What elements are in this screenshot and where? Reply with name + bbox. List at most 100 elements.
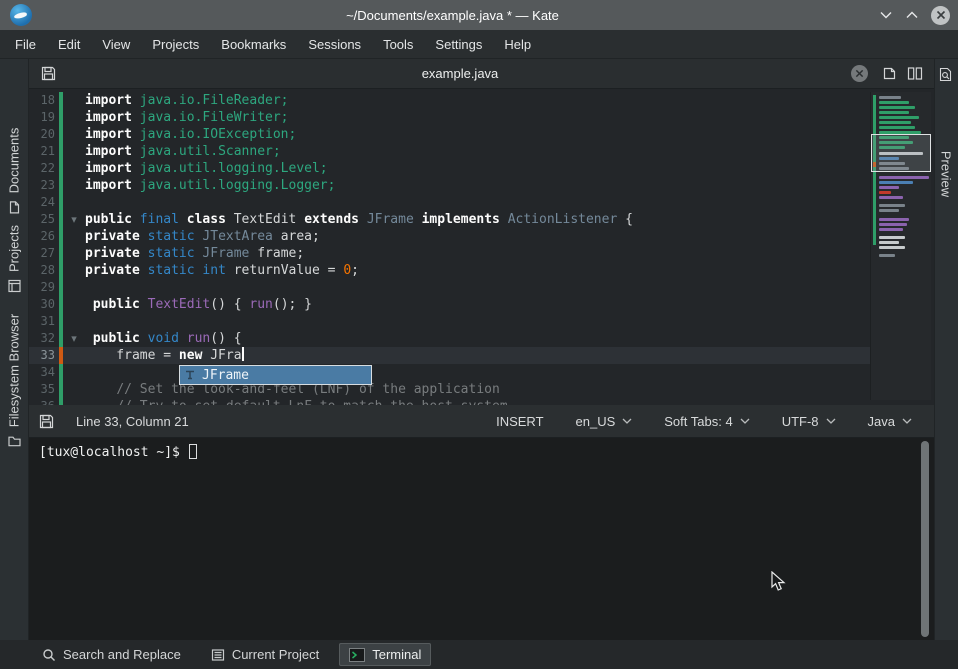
line-number[interactable]: 35: [29, 381, 55, 398]
new-document-button[interactable]: [876, 62, 902, 86]
minimap-code-bar: [879, 106, 915, 109]
line-number[interactable]: 32: [29, 330, 55, 347]
line-number[interactable]: 36: [29, 398, 55, 405]
editor-view[interactable]: 18 import java.io.FileReader;19import jav…: [29, 89, 934, 405]
minimap-viewport[interactable]: [871, 134, 931, 172]
sidebar-tab-filesystem-browser[interactable]: Filesystem Browser: [7, 314, 22, 448]
menu-item-tools[interactable]: Tools: [374, 33, 422, 56]
fold-column: [63, 109, 85, 126]
minimap-code-bar: [879, 181, 913, 184]
document-preview-button[interactable]: [938, 67, 953, 85]
line-number[interactable]: 31: [29, 313, 55, 330]
terminal-panel[interactable]: [tux@localhost ~]$: [29, 438, 934, 640]
line-number[interactable]: 30: [29, 296, 55, 313]
line-number[interactable]: 25: [29, 211, 55, 228]
code-line-31[interactable]: 31: [29, 313, 870, 330]
code-line-33[interactable]: 33 frame = new JFra: [29, 347, 870, 364]
code-line-21[interactable]: 21import java.util.Scanner;: [29, 143, 870, 160]
close-icon: [936, 10, 946, 20]
sidebar-tab-preview[interactable]: Preview: [939, 151, 954, 197]
code-text: private static JFrame frame;: [85, 245, 304, 262]
bottom-tab-search-and-replace[interactable]: Search and Replace: [32, 643, 191, 666]
line-number[interactable]: 18: [29, 92, 55, 109]
input-mode[interactable]: INSERT: [484, 414, 555, 429]
documents-icon: [7, 200, 21, 214]
code-line-28[interactable]: 28private static int returnValue = 0;: [29, 262, 870, 279]
line-number[interactable]: 21: [29, 143, 55, 160]
menu-item-file[interactable]: File: [6, 33, 45, 56]
line-number[interactable]: 27: [29, 245, 55, 262]
code-line-29[interactable]: 29: [29, 279, 870, 296]
line-number[interactable]: 20: [29, 126, 55, 143]
minimap-code-bar: [879, 176, 929, 179]
line-number[interactable]: 28: [29, 262, 55, 279]
code-line-26[interactable]: 26private static JTextArea area;: [29, 228, 870, 245]
minimap-code-bar: [879, 254, 895, 257]
fold-marker[interactable]: ▾: [63, 330, 85, 347]
document-tab-example-java[interactable]: example.java: [61, 59, 876, 89]
project-list-icon: [211, 648, 225, 662]
minimap-code-bar: [879, 191, 891, 194]
code-line-30[interactable]: 30 public TextEdit() { run(); }: [29, 296, 870, 313]
syntax-selector[interactable]: Java: [856, 414, 924, 429]
minimap-code-bar: [879, 196, 903, 199]
maximize-button[interactable]: [899, 5, 925, 25]
minimap-code-bar: [879, 101, 909, 104]
code-line-19[interactable]: 19import java.io.FileWriter;: [29, 109, 870, 126]
line-number[interactable]: 26: [29, 228, 55, 245]
code-line-24[interactable]: 24: [29, 194, 870, 211]
bottom-tab-terminal[interactable]: Terminal: [339, 643, 431, 666]
document-tabbar: example.java: [29, 59, 934, 89]
encoding-selector[interactable]: UTF-8: [770, 414, 848, 429]
line-number[interactable]: 33: [29, 347, 55, 364]
fold-marker[interactable]: ▾: [63, 211, 85, 228]
line-number[interactable]: 34: [29, 364, 55, 381]
bottom-tab-label: Search and Replace: [63, 647, 181, 662]
menubar: FileEditViewProjectsBookmarksSessionsToo…: [0, 30, 958, 59]
terminal-scrollbar[interactable]: [921, 441, 929, 637]
code-line-23[interactable]: 23import java.util.logging.Logger;: [29, 177, 870, 194]
line-number[interactable]: 22: [29, 160, 55, 177]
completion-item-selected[interactable]: JFrame: [180, 366, 371, 384]
code-line-36[interactable]: 36 // Try to set default LnF to match th…: [29, 398, 870, 405]
line-number[interactable]: 24: [29, 194, 55, 211]
chevron-down-icon: [740, 418, 750, 424]
sidebar-tab-documents[interactable]: Documents: [7, 128, 22, 215]
menu-item-settings[interactable]: Settings: [426, 33, 491, 56]
bottom-tab-current-project[interactable]: Current Project: [201, 643, 329, 666]
close-button[interactable]: [931, 6, 950, 25]
bottom-tab-label: Terminal: [372, 647, 421, 662]
minimize-button[interactable]: [873, 5, 899, 25]
tab-close-button[interactable]: [851, 65, 868, 82]
code-text: import java.io.FileReader;: [85, 92, 289, 109]
minimap-code-bar: [879, 241, 899, 244]
code-line-32[interactable]: 32▾ public void run() {: [29, 330, 870, 347]
class-icon: [184, 369, 196, 381]
menu-item-projects[interactable]: Projects: [143, 33, 208, 56]
code-line-27[interactable]: 27 private static JFrame frame;: [29, 245, 870, 262]
split-view-button[interactable]: [902, 62, 928, 86]
minimap[interactable]: [870, 92, 931, 400]
menu-item-bookmarks[interactable]: Bookmarks: [212, 33, 295, 56]
cursor-position[interactable]: Line 33, Column 21: [76, 414, 189, 429]
tab-title: example.java: [69, 66, 851, 81]
menu-item-sessions[interactable]: Sessions: [299, 33, 370, 56]
fold-column: [63, 364, 85, 381]
line-number[interactable]: 29: [29, 279, 55, 296]
code-line-22[interactable]: 22import java.util.logging.Level;: [29, 160, 870, 177]
menu-item-edit[interactable]: Edit: [49, 33, 89, 56]
code-line-25[interactable]: 25▾public final class TextEdit extends J…: [29, 211, 870, 228]
code-lines: 18 import java.io.FileReader;19import jav…: [29, 89, 870, 405]
code-line-34[interactable]: 34: [29, 364, 870, 381]
code-line-18[interactable]: 18 import java.io.FileReader;: [29, 92, 870, 109]
dictionary-selector[interactable]: en_US: [564, 414, 645, 429]
menu-item-view[interactable]: View: [93, 33, 139, 56]
line-number[interactable]: 19: [29, 109, 55, 126]
tab-mode-selector[interactable]: Soft Tabs: 4: [652, 414, 761, 429]
minimap-code-bar: [879, 116, 919, 119]
menu-item-help[interactable]: Help: [495, 33, 540, 56]
code-line-20[interactable]: 20import java.io.IOException;: [29, 126, 870, 143]
line-number[interactable]: 23: [29, 177, 55, 194]
code-line-35[interactable]: 35 // Set the look-and-feel (LNF) of the…: [29, 381, 870, 398]
sidebar-tab-projects[interactable]: Projects: [7, 225, 22, 293]
